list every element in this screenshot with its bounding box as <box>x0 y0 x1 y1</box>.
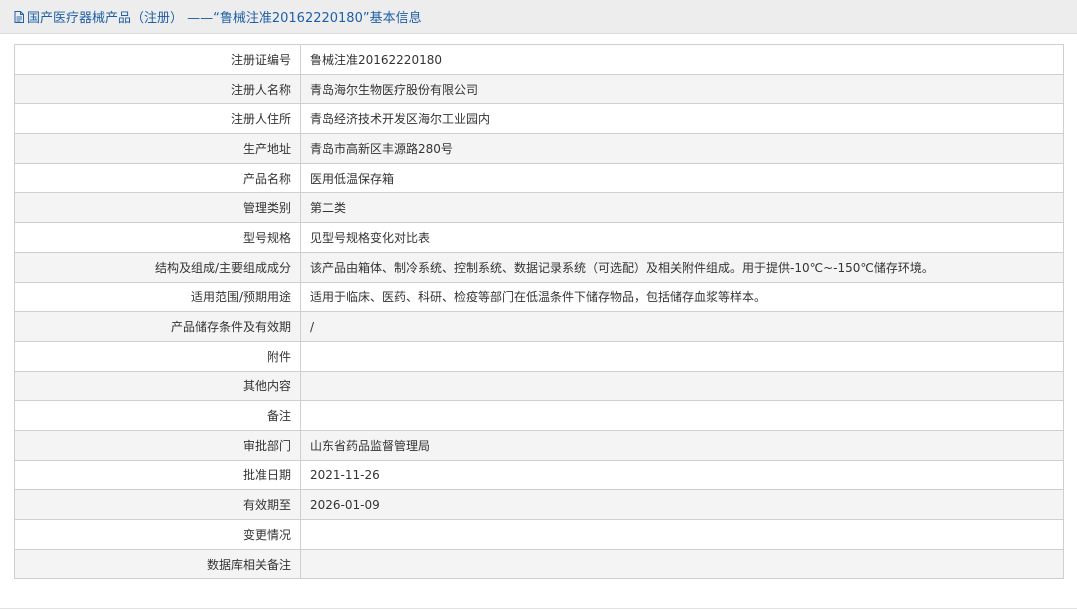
row-value: 医用低温保存箱 <box>300 162 1064 194</box>
row-label: 注册证编号 <box>14 44 301 75</box>
row-label: 有效期至 <box>14 489 301 520</box>
table-row: 结构及组成/主要组成成分 该产品由箱体、制冷系统、控制系统、数据记录系统（可选配）… <box>14 251 1064 283</box>
table-row: 适用范围/预期用途 适用于临床、医药、科研、检疫等部门在低温条件下储存物品，包括储… <box>14 281 1064 313</box>
page-title-bar: 国产医疗器械产品（注册） ——“鲁械注准20162220180”基本信息 <box>0 0 1077 34</box>
row-label: 变更情况 <box>14 519 301 550</box>
table-row: 注册人住所 青岛经济技术开发区海尔工业园内 <box>14 103 1064 135</box>
table-row: 生产地址 青岛市高新区丰源路280号 <box>14 133 1064 164</box>
row-label: 审批部门 <box>14 429 301 461</box>
table-row: 批准日期 2021-11-26 <box>14 459 1064 491</box>
product-info-table: 注册证编号 鲁械注准20162220180 注册人名称 青岛海尔生物医疗股份有限公司… <box>14 44 1064 580</box>
row-value: 第二类 <box>300 192 1064 224</box>
table-row: 注册人名称 青岛海尔生物医疗股份有限公司 <box>14 73 1064 105</box>
row-value: 2021-11-26 <box>300 459 1064 491</box>
table-row: 数据库相关备注 <box>14 548 1064 580</box>
table-row: 产品储存条件及有效期 / <box>14 311 1064 342</box>
table-row: 管理类别 第二类 <box>14 192 1064 224</box>
row-value: 适用于临床、医药、科研、检疫等部门在低温条件下储存物品，包括储存血浆等样本。 <box>300 281 1064 313</box>
row-label: 其他内容 <box>14 370 301 402</box>
page-title: 国产医疗器械产品（注册） ——“鲁械注准20162220180”基本信息 <box>27 11 422 26</box>
row-label: 产品名称 <box>14 162 301 194</box>
table-row: 审批部门 山东省药品监督管理局 <box>14 429 1064 461</box>
row-value: / <box>300 311 1064 342</box>
page-bottom-divider <box>0 608 1077 609</box>
table-row: 型号规格 见型号规格变化对比表 <box>14 222 1064 253</box>
row-value <box>300 400 1064 431</box>
row-label: 产品储存条件及有效期 <box>14 311 301 342</box>
table-row: 有效期至 2026-01-09 <box>14 489 1064 520</box>
row-value <box>300 370 1064 402</box>
row-label: 批准日期 <box>14 459 301 491</box>
table-row: 备注 <box>14 400 1064 431</box>
row-value <box>300 548 1064 580</box>
table-row: 注册证编号 鲁械注准20162220180 <box>14 44 1064 75</box>
row-value <box>300 340 1064 372</box>
row-label: 数据库相关备注 <box>14 548 301 580</box>
row-label: 注册人名称 <box>14 73 301 105</box>
row-value <box>300 519 1064 550</box>
row-value: 青岛经济技术开发区海尔工业园内 <box>300 103 1064 135</box>
row-value: 2026-01-09 <box>300 489 1064 520</box>
row-label: 结构及组成/主要组成成分 <box>14 251 301 283</box>
row-label: 管理类别 <box>14 192 301 224</box>
row-value: 青岛市高新区丰源路280号 <box>300 133 1064 164</box>
row-label: 附件 <box>14 340 301 372</box>
table-row: 产品名称 医用低温保存箱 <box>14 162 1064 194</box>
row-label: 适用范围/预期用途 <box>14 281 301 313</box>
row-label: 生产地址 <box>14 133 301 164</box>
row-label: 型号规格 <box>14 222 301 253</box>
row-value: 该产品由箱体、制冷系统、控制系统、数据记录系统（可选配）及相关附件组成。用于提供… <box>300 251 1064 283</box>
document-icon <box>14 10 24 23</box>
row-value: 山东省药品监督管理局 <box>300 429 1064 461</box>
row-value: 鲁械注准20162220180 <box>300 44 1064 75</box>
row-value: 青岛海尔生物医疗股份有限公司 <box>300 73 1064 105</box>
table-row: 附件 <box>14 340 1064 372</box>
table-row: 变更情况 <box>14 519 1064 550</box>
table-row: 其他内容 <box>14 370 1064 402</box>
row-label: 备注 <box>14 400 301 431</box>
row-value: 见型号规格变化对比表 <box>300 222 1064 253</box>
row-label: 注册人住所 <box>14 103 301 135</box>
